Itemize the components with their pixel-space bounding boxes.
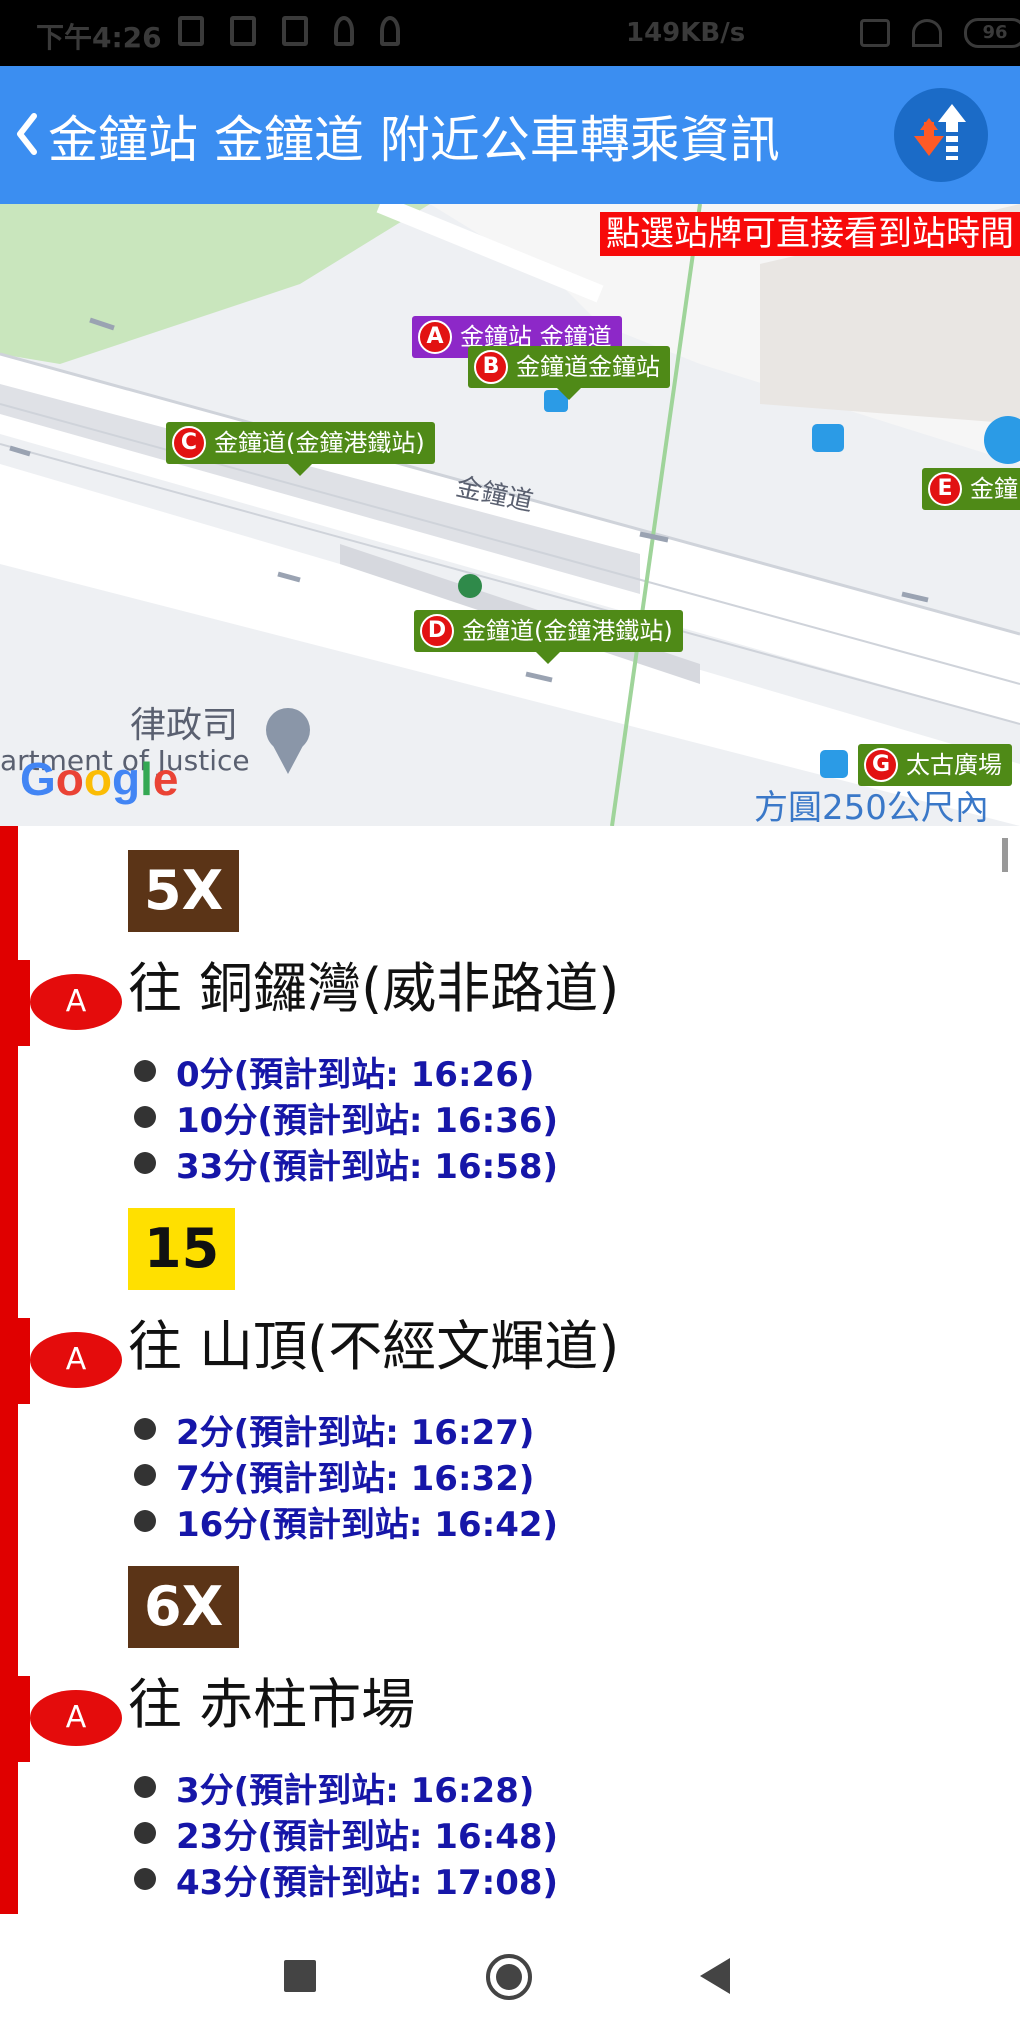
stop-letter-bubble: A (30, 974, 122, 1030)
marker-label: 金鐘道(金鐘港鐵站) (214, 429, 425, 457)
status-time: 下午4:26 (36, 21, 162, 54)
eta-item: 33分(預計到站: 16:58) (134, 1140, 558, 1187)
route-item[interactable]: 6X A 往 赤柱市場 3分(預計到站: 16:28) 23分(預計到站: 16… (0, 1566, 1000, 1906)
marker-letter: C (172, 426, 206, 460)
bullet-icon (134, 1418, 156, 1440)
marker-letter: A (418, 320, 452, 354)
bus-stop-marker-c[interactable]: C 金鐘道(金鐘港鐵站) (166, 422, 435, 476)
eta-item: 7分(預計到站: 16:32) (134, 1452, 558, 1499)
bullet-icon (134, 1464, 156, 1486)
sort-updown-icon (914, 104, 966, 160)
system-icons: 96 (770, 18, 1020, 48)
marker-label: 金鐘道(金鐘港鐵站) (462, 617, 673, 645)
route-item[interactable]: 15 A 往 山頂(不經文輝道) 2分(預計到站: 16:27) 7分(預計到站… (0, 1208, 1000, 1548)
radius-label: 方圓250公尺內 (754, 788, 989, 826)
app-grid-icon (282, 16, 308, 46)
route-list[interactable]: 5X A 往 銅鑼灣(威非路道) 0分(預計到站: 16:26) 10分(預計到… (0, 826, 1020, 1916)
bus-stop-marker-e[interactable]: E 金鐘 (922, 468, 1020, 510)
bus-stop-marker-b[interactable]: B 金鐘道金鐘站 (468, 346, 670, 400)
eta-item: 0分(預計到站: 16:26) (134, 1048, 558, 1095)
map-view[interactable]: 點選站牌可直接看到站時間 A 金鐘站 金鐘道 B 金鐘道金鐘站 C 金鐘道(金鐘… (0, 204, 1020, 826)
network-speed: 149KB/s (626, 18, 746, 48)
route-destination: 往 銅鑼灣(威非路道) (128, 957, 620, 1020)
bullet-icon (134, 1152, 156, 1174)
route-destination: 往 赤柱市場 (128, 1673, 416, 1736)
square-icon[interactable] (284, 1960, 316, 1992)
poi-label: 律政司 (130, 705, 239, 746)
bullet-icon (134, 1060, 156, 1082)
stop-letter-bubble: A (30, 1690, 122, 1746)
bus-stop-marker-d[interactable]: D 金鐘道(金鐘港鐵站) (414, 610, 683, 664)
eta-item: 2分(預計到站: 16:27) (134, 1406, 558, 1453)
battery-icon: 96 (964, 18, 1020, 48)
bullet-icon (134, 1510, 156, 1532)
bullet-icon (134, 1868, 156, 1890)
google-logo: Google (20, 753, 179, 805)
page-title: 金鐘站 金鐘道 附近公車轉乘資訊 (48, 111, 780, 169)
marker-letter: B (474, 350, 508, 384)
marker-letter: E (928, 472, 962, 506)
mute-icon (808, 19, 838, 47)
status-bar: 下午4:26 149KB/s 96 (0, 0, 1020, 66)
route-destination: 往 山頂(不經文輝道) (128, 1315, 620, 1378)
marker-label: 太古廣場 (906, 751, 1002, 779)
scrollbar-thumb[interactable] (1002, 838, 1008, 872)
lock-icon (380, 16, 400, 46)
marker-letter: D (420, 614, 454, 648)
marker-label: 金鐘道金鐘站 (516, 353, 660, 381)
marker-label: 金鐘 (970, 475, 1018, 503)
eta-item: 23分(預計到站: 16:48) (134, 1810, 558, 1857)
bullet-icon (134, 1776, 156, 1798)
eta-list: 0分(預計到站: 16:26) 10分(預計到站: 16:36) 33分(預計到… (134, 1048, 558, 1187)
app-header: 金鐘站 金鐘道 附近公車轉乘資訊 (0, 66, 1020, 204)
wifi-icon (912, 19, 942, 47)
route-number-badge: 6X (128, 1566, 240, 1648)
route-number-badge: 5X (128, 850, 240, 932)
triangle-back-icon[interactable] (700, 1958, 730, 1994)
sim-icon (860, 19, 890, 47)
eta-item: 3分(預計到站: 16:28) (134, 1764, 558, 1811)
sort-updown-button[interactable] (894, 88, 988, 182)
route-item[interactable]: 5X A 往 銅鑼灣(威非路道) 0分(預計到站: 16:26) 10分(預計到… (0, 850, 1000, 1190)
bullet-icon (134, 1822, 156, 1844)
map-notice-banner: 點選站牌可直接看到站時間 (600, 212, 1020, 256)
back-chevron-icon[interactable] (10, 106, 44, 162)
eta-list: 2分(預計到站: 16:27) 7分(預計到站: 16:32) 16分(預計到站… (134, 1406, 558, 1545)
eta-item: 43分(預計到站: 17:08) (134, 1856, 558, 1903)
eta-item: 10分(預計到站: 16:36) (134, 1094, 558, 1141)
notification-icon (178, 16, 204, 46)
system-nav-bar (0, 1916, 1020, 2040)
bluetooth-icon (770, 19, 786, 47)
circle-icon[interactable] (486, 1954, 532, 2000)
stop-letter-bubble: A (30, 1332, 122, 1388)
notification-icons (178, 16, 400, 46)
eta-item: 16分(預計到站: 16:42) (134, 1498, 558, 1545)
marker-letter: G (864, 748, 898, 782)
lock-icon (334, 16, 354, 46)
bullet-icon (134, 1106, 156, 1128)
eta-list: 3分(預計到站: 16:28) 23分(預計到站: 16:48) 43分(預計到… (134, 1764, 558, 1903)
route-number-badge: 15 (128, 1208, 236, 1290)
notification-icon (230, 16, 256, 46)
